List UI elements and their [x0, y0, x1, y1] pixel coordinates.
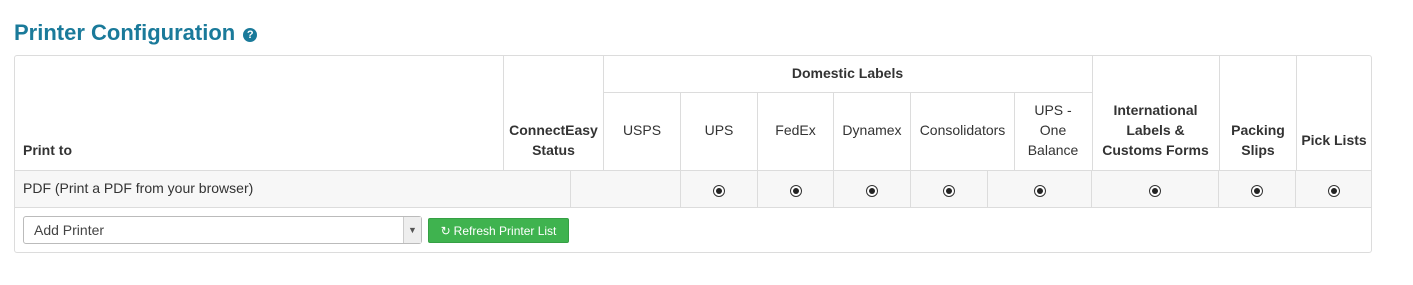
- radio-dynamex[interactable]: [834, 181, 910, 201]
- refresh-printer-list-button[interactable]: ↻ Refresh Printer List: [428, 218, 569, 243]
- printer-config-table: Print to ConnectEasy Status Domestic Lab…: [14, 55, 1372, 253]
- add-printer-value: Add Printer: [34, 222, 105, 238]
- col-header-international: International Labels & Customs Forms: [1102, 102, 1209, 158]
- col-header-ups: UPS: [704, 122, 734, 138]
- refresh-icon: ↻: [440, 223, 451, 238]
- radio-international[interactable]: [1092, 181, 1218, 201]
- col-header-pick-lists: Pick Lists: [1301, 132, 1367, 148]
- refresh-button-label: Refresh Printer List: [453, 223, 557, 238]
- radio-pick-lists[interactable]: [1296, 181, 1371, 201]
- radio-ups-one-balance[interactable]: [988, 181, 1091, 201]
- col-header-consolidators: Consolidators: [919, 122, 1006, 138]
- col-header-usps: USPS: [622, 122, 662, 138]
- row-print-to-pdf: PDF (Print a PDF from your browser): [23, 180, 254, 196]
- chevron-down-icon[interactable]: ▼: [403, 217, 421, 243]
- col-header-connecteasy-status: ConnectEasy Status: [509, 122, 598, 158]
- col-header-ups-one-balance: UPS - One Balance: [1027, 102, 1079, 158]
- col-header-dynamex: Dynamex: [842, 122, 902, 138]
- add-printer-select[interactable]: Add Printer ▼: [23, 216, 422, 244]
- col-header-fedex: FedEx: [775, 122, 816, 138]
- radio-consolidators[interactable]: [911, 181, 987, 201]
- radio-fedex[interactable]: [758, 181, 833, 201]
- col-header-packing-slips: Packing Slips: [1231, 122, 1285, 158]
- page-title-text: Printer Configuration: [14, 20, 236, 45]
- col-header-domestic-labels: Domestic Labels: [791, 65, 904, 81]
- page-title: Printer Configuration ?: [14, 20, 258, 46]
- radio-packing-slips[interactable]: [1219, 181, 1295, 201]
- radio-ups[interactable]: [681, 181, 757, 201]
- col-header-print-to: Print to: [23, 142, 72, 158]
- question-circle-icon[interactable]: ?: [243, 28, 258, 42]
